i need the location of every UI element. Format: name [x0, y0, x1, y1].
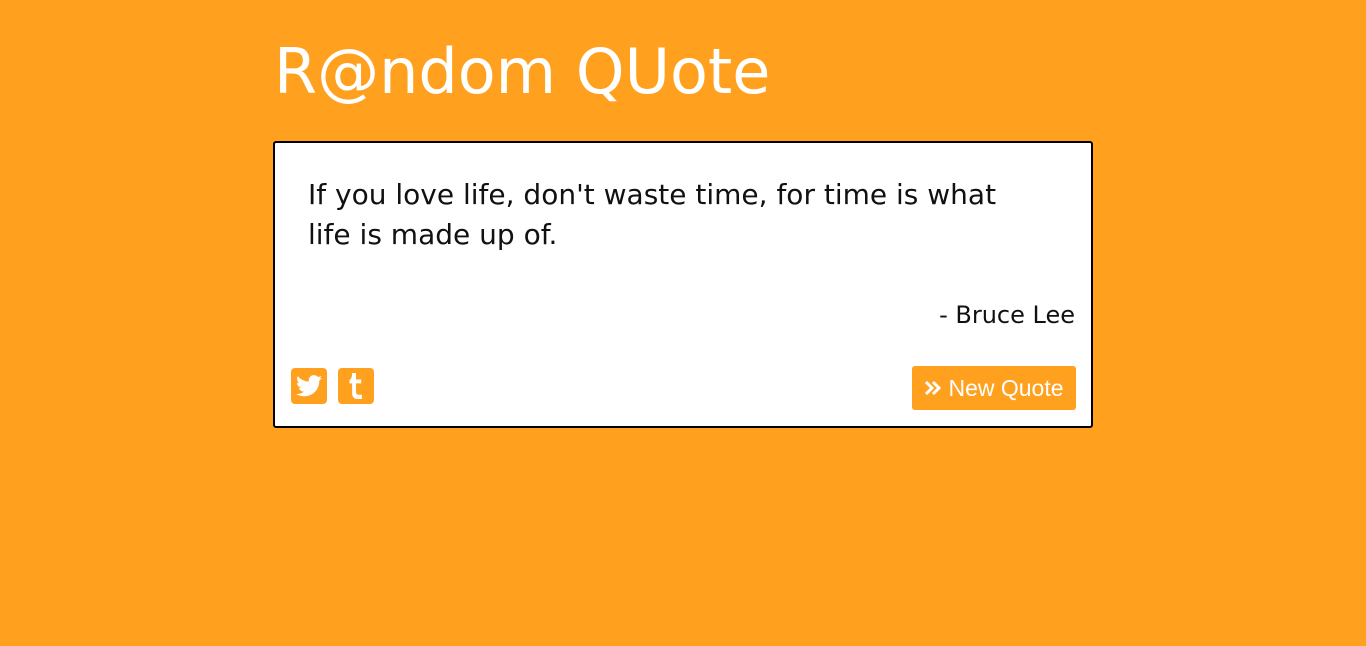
new-quote-label: New Quote: [948, 374, 1064, 401]
quote-author: - Bruce Lee: [939, 301, 1075, 329]
page-title: R@ndom QUote: [274, 35, 771, 108]
tweet-button[interactable]: [291, 368, 327, 404]
tumblr-icon: [349, 373, 362, 399]
double-chevron-right-icon: [925, 380, 942, 396]
twitter-icon: [296, 375, 322, 397]
tumblr-button[interactable]: [338, 368, 374, 404]
quote-text: If you love life, don't waste time, for …: [308, 178, 997, 251]
quote-card: If you love life, don't waste time, for …: [273, 141, 1093, 428]
new-quote-button[interactable]: New Quote: [912, 366, 1076, 410]
